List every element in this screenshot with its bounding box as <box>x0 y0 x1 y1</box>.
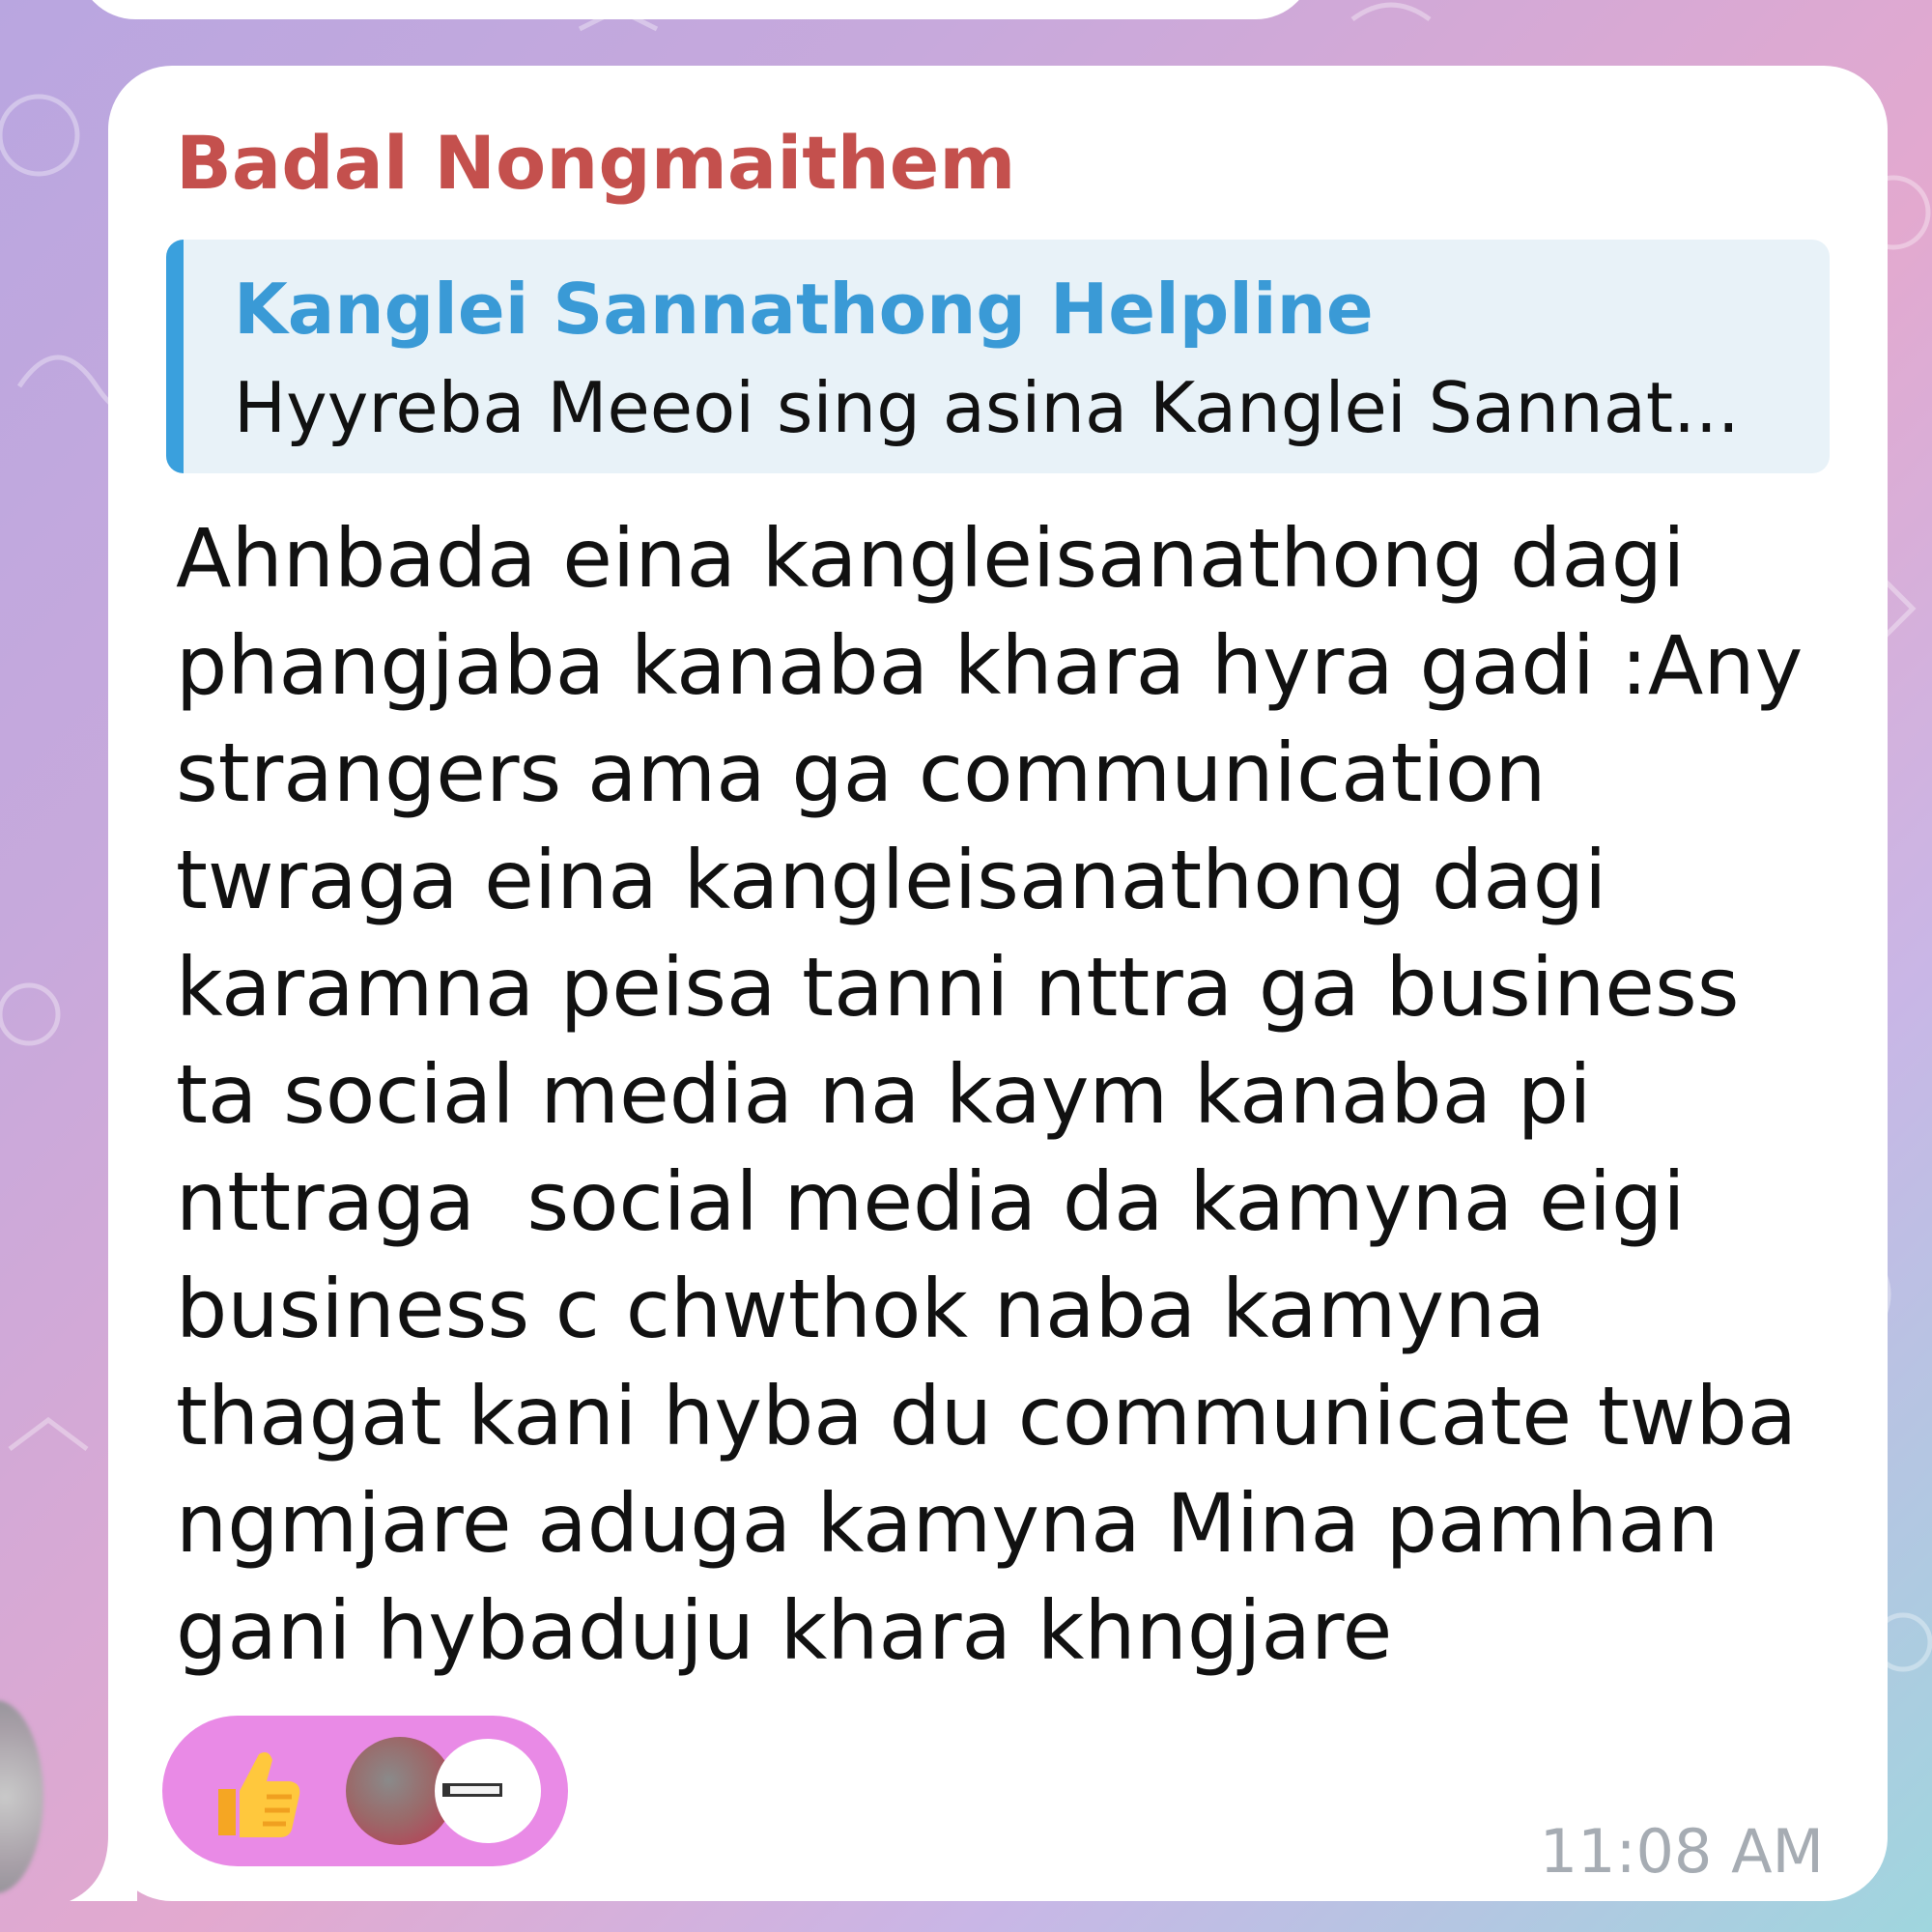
reply-accent-bar <box>166 240 184 473</box>
pen-icon <box>442 1783 502 1797</box>
message-line: nttraga social media da kamyna eigi <box>176 1154 1686 1249</box>
previous-message-bubble <box>77 0 1314 19</box>
message-line: ngmjare aduga kamyna Mina pamhan <box>176 1476 1719 1571</box>
reaction-chip[interactable] <box>162 1716 568 1866</box>
sender-name[interactable]: Badal Nongmaithem <box>176 120 1015 206</box>
message-line: phangjaba kanaba khara hyra gadi :Any <box>176 618 1804 713</box>
reply-quote[interactable]: Kanglei Sannathong Helpline Hyyreba Meeo… <box>166 240 1830 473</box>
message-line: karamna peisa tanni nttra ga business <box>176 940 1740 1035</box>
message-line: thagat kani hyba du communicate twba <box>176 1369 1798 1463</box>
message-line: strangers ama ga communication <box>176 725 1547 820</box>
message-line: gani hybaduju khara khngjare <box>176 1583 1393 1678</box>
message-line: ta social media na kaym kanaba pi <box>176 1047 1592 1142</box>
message-line: Ahnbada eina kangleisanathong dagi <box>176 511 1686 606</box>
reply-title: Kanglei Sannathong Helpline <box>234 269 1374 350</box>
message-line: twraga eina kangleisanathong dagi <box>176 833 1607 927</box>
message-timestamp: 11:08 AM <box>1539 1816 1824 1887</box>
sender-avatar[interactable] <box>0 1700 43 1893</box>
reply-preview: Hyyreba Meeoi sing asina Kanglei Sannat.… <box>234 367 1740 448</box>
message-line: business c chwthok naba kamyna <box>176 1262 1546 1356</box>
message-body: Ahnbada eina kangleisanathong dagi phang… <box>176 505 1803 1685</box>
thumbs-up-icon <box>218 1752 300 1837</box>
message-bubble[interactable]: Badal Nongmaithem Kanglei Sannathong Hel… <box>108 66 1888 1901</box>
reactor-avatar <box>435 1739 541 1843</box>
